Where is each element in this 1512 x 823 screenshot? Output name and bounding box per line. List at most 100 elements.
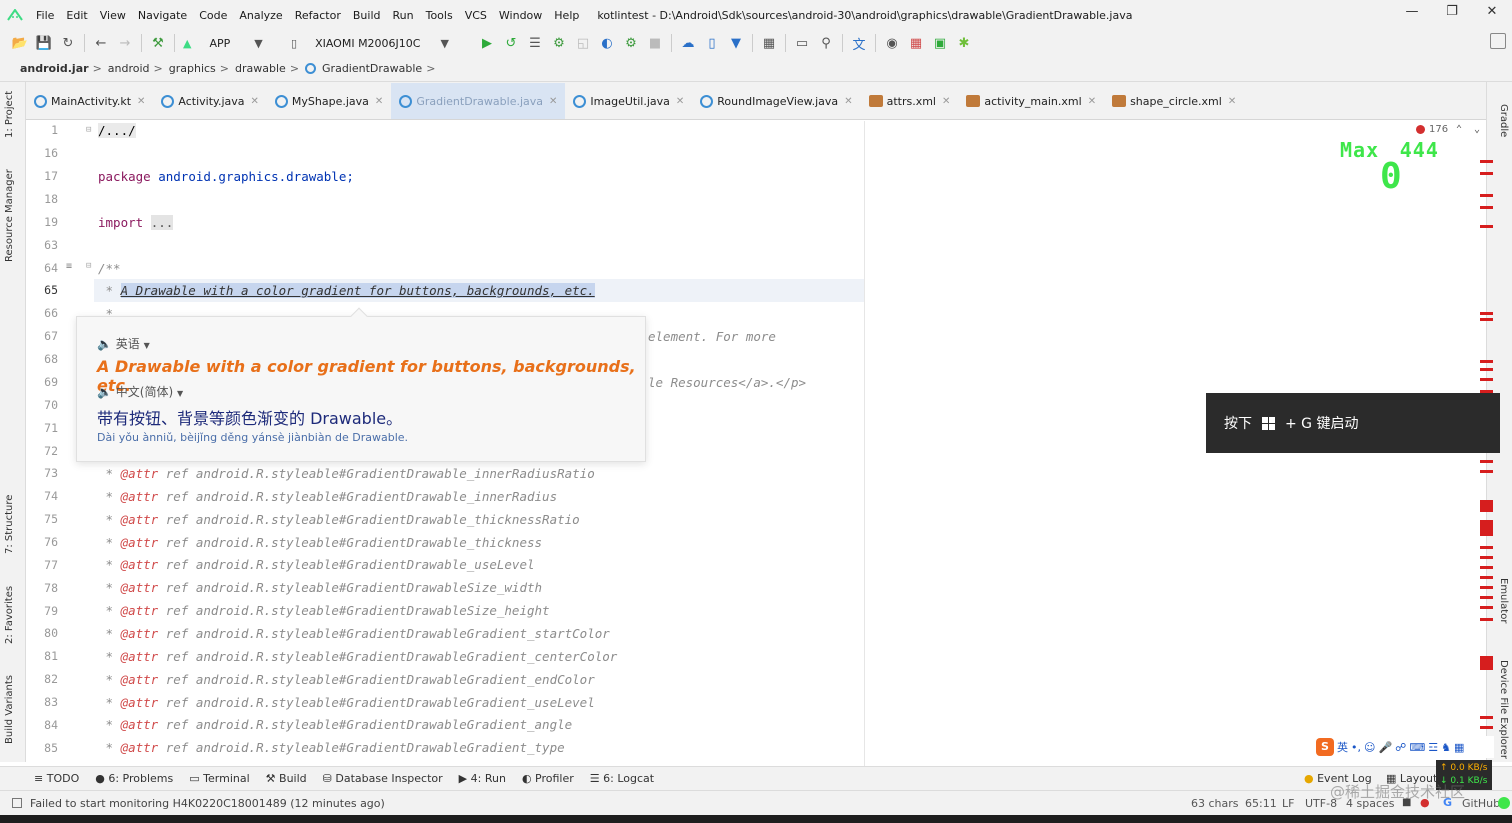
gradle-sync-icon[interactable]: ☁ bbox=[676, 32, 700, 54]
breadcrumb-drawable[interactable]: drawable bbox=[235, 62, 286, 75]
restore-icon[interactable]: ❐ bbox=[1432, 0, 1472, 30]
tool-problems[interactable]: ● 6: Problems bbox=[95, 772, 173, 785]
back-arrow-icon[interactable]: ← bbox=[89, 32, 113, 54]
tool-device-file-explorer[interactable]: Device File Explorer bbox=[1498, 660, 1509, 759]
error-stripe[interactable] bbox=[1480, 378, 1493, 381]
tool-profiler[interactable]: ◐ Profiler bbox=[522, 772, 574, 785]
menu-file[interactable]: File bbox=[30, 9, 60, 22]
close-tab-icon[interactable]: ✕ bbox=[137, 96, 145, 107]
debug-icon[interactable]: ⚙ bbox=[547, 32, 571, 54]
doc-render-icon[interactable]: ≡ bbox=[66, 261, 72, 272]
attach-debugger-icon[interactable]: ◱ bbox=[571, 32, 595, 54]
apply-changes-icon[interactable]: ↺ bbox=[499, 32, 523, 54]
sdk-manager-icon[interactable]: ▼ bbox=[724, 32, 748, 54]
breadcrumb-android[interactable]: android bbox=[108, 62, 150, 75]
ime-skin-icon[interactable]: ☲ bbox=[1428, 741, 1438, 754]
error-stripe[interactable] bbox=[1480, 618, 1493, 621]
status-github[interactable]: GitHub bbox=[1462, 797, 1500, 810]
tool-logcat[interactable]: ☰ 6: Logcat bbox=[590, 772, 654, 785]
plugin-puzzle-icon[interactable]: ✱ bbox=[952, 32, 976, 54]
tool-project[interactable]: 1: Project bbox=[4, 91, 15, 138]
speaker-icon[interactable]: 🔈 bbox=[97, 337, 112, 351]
ime-keyboard-icon[interactable]: ⌨ bbox=[1409, 741, 1425, 754]
tool-run[interactable]: ▶ 4: Run bbox=[459, 772, 506, 785]
fold-marker-icon[interactable]: ⊟ bbox=[86, 261, 91, 271]
tab-activity[interactable]: Activity.java ✕ bbox=[153, 83, 267, 119]
error-indicator[interactable]: 176 bbox=[1416, 124, 1448, 135]
close-tab-icon[interactable]: ✕ bbox=[1228, 96, 1236, 107]
avd-manager-icon[interactable]: ▯ bbox=[700, 32, 724, 54]
ime-grid-icon[interactable]: ▦ bbox=[1454, 741, 1464, 754]
folded-imports[interactable]: ... bbox=[150, 215, 174, 230]
tab-myshape[interactable]: MyShape.java ✕ bbox=[267, 83, 391, 119]
ime-language[interactable]: 英 bbox=[1337, 739, 1348, 755]
menu-run[interactable]: Run bbox=[387, 9, 420, 22]
menu-tools[interactable]: Tools bbox=[420, 9, 459, 22]
error-stripe[interactable] bbox=[1480, 546, 1493, 549]
error-stripe[interactable] bbox=[1480, 172, 1493, 175]
speaker-icon[interactable]: 🔈 bbox=[97, 385, 112, 399]
minimize-icon[interactable]: — bbox=[1392, 0, 1432, 30]
fold-marker-icon[interactable]: ⊟ bbox=[86, 125, 91, 135]
error-stripe[interactable] bbox=[1480, 206, 1493, 209]
error-stripe[interactable] bbox=[1480, 160, 1493, 163]
scroll-chevron-down-icon[interactable]: ⌄ bbox=[1474, 124, 1480, 135]
tool-emulator[interactable]: Emulator bbox=[1498, 578, 1509, 623]
ime-headset-icon[interactable]: ☍ bbox=[1395, 741, 1406, 754]
menu-view[interactable]: View bbox=[94, 9, 132, 22]
error-stripe[interactable] bbox=[1480, 194, 1493, 197]
ime-toolbar[interactable]: S 英 •, ☺ 🎤 ☍ ⌨ ☲ ♞ ▦ bbox=[1316, 736, 1494, 758]
forward-arrow-icon[interactable]: → bbox=[113, 32, 137, 54]
menu-vcs[interactable]: VCS bbox=[459, 9, 493, 22]
error-stripe[interactable] bbox=[1480, 596, 1493, 599]
project-structure-icon[interactable]: ▦ bbox=[757, 32, 781, 54]
ime-punctuation-icon[interactable]: •, bbox=[1351, 741, 1361, 754]
run-icon[interactable]: ▶ bbox=[475, 32, 499, 54]
tool-resource-manager[interactable]: Resource Manager bbox=[4, 169, 15, 262]
scroll-chevron-up-icon[interactable]: ⌃ bbox=[1456, 124, 1462, 135]
breadcrumb-jar[interactable]: android.jar bbox=[20, 62, 89, 75]
tab-shape-circle[interactable]: shape_circle.xml ✕ bbox=[1104, 83, 1244, 119]
save-icon[interactable]: 💾 bbox=[32, 32, 56, 54]
tab-activity-main[interactable]: activity_main.xml ✕ bbox=[958, 83, 1104, 119]
profile-icon[interactable]: ◐ bbox=[595, 32, 619, 54]
menu-code[interactable]: Code bbox=[193, 9, 233, 22]
breadcrumb-class[interactable]: GradientDrawable bbox=[322, 62, 422, 75]
tab-imageutil[interactable]: ImageUtil.java ✕ bbox=[565, 83, 692, 119]
close-icon[interactable]: ✕ bbox=[1472, 0, 1512, 30]
status-caret-position[interactable]: 65:11 bbox=[1245, 797, 1277, 810]
close-tab-icon[interactable]: ✕ bbox=[942, 96, 950, 107]
source-language[interactable]: 🔈 英语 ▼ bbox=[97, 335, 150, 352]
menu-refactor[interactable]: Refactor bbox=[289, 9, 347, 22]
plugin-q-icon[interactable]: ◉ bbox=[880, 32, 904, 54]
translate-icon[interactable]: 文 bbox=[847, 32, 871, 54]
status-window-icon[interactable] bbox=[12, 798, 22, 808]
error-stripe[interactable] bbox=[1480, 520, 1493, 536]
tab-mainactivity[interactable]: MainActivity.kt ✕ bbox=[26, 83, 153, 119]
error-stripe[interactable] bbox=[1480, 460, 1493, 463]
error-stripe[interactable] bbox=[1480, 225, 1493, 228]
menu-help[interactable]: Help bbox=[548, 9, 585, 22]
error-stripe[interactable] bbox=[1480, 368, 1493, 371]
close-tab-icon[interactable]: ✕ bbox=[676, 96, 684, 107]
error-stripe[interactable] bbox=[1480, 566, 1493, 569]
error-stripe[interactable] bbox=[1480, 470, 1493, 473]
tool-build[interactable]: ⚒ Build bbox=[266, 772, 307, 785]
terminal-icon[interactable]: ▭ bbox=[790, 32, 814, 54]
tool-build-variants[interactable]: Build Variants bbox=[4, 675, 15, 744]
error-stripe[interactable] bbox=[1480, 656, 1493, 670]
tool-terminal[interactable]: ▭ Terminal bbox=[189, 772, 249, 785]
close-tab-icon[interactable]: ✕ bbox=[549, 96, 557, 107]
error-stripe[interactable] bbox=[1480, 318, 1493, 321]
device-select[interactable]: ▯ XIAOMI M2006J10C ▼ bbox=[291, 32, 471, 54]
target-language[interactable]: 🔈 中文(简体) ▼ bbox=[97, 383, 183, 400]
tab-roundimageview[interactable]: RoundImageView.java ✕ bbox=[692, 83, 860, 119]
make-project-hammer-icon[interactable]: ⚒ bbox=[146, 32, 170, 54]
tab-attrs[interactable]: attrs.xml ✕ bbox=[861, 83, 959, 119]
plugin-layout-icon[interactable]: ▣ bbox=[928, 32, 952, 54]
search-icon[interactable]: ⚲ bbox=[814, 32, 838, 54]
tab-gradientdrawable[interactable]: GradientDrawable.java ✕ bbox=[391, 83, 566, 119]
error-stripe[interactable] bbox=[1480, 312, 1493, 315]
menu-edit[interactable]: Edit bbox=[60, 9, 93, 22]
attach-process-icon[interactable]: ⚙ bbox=[619, 32, 643, 54]
